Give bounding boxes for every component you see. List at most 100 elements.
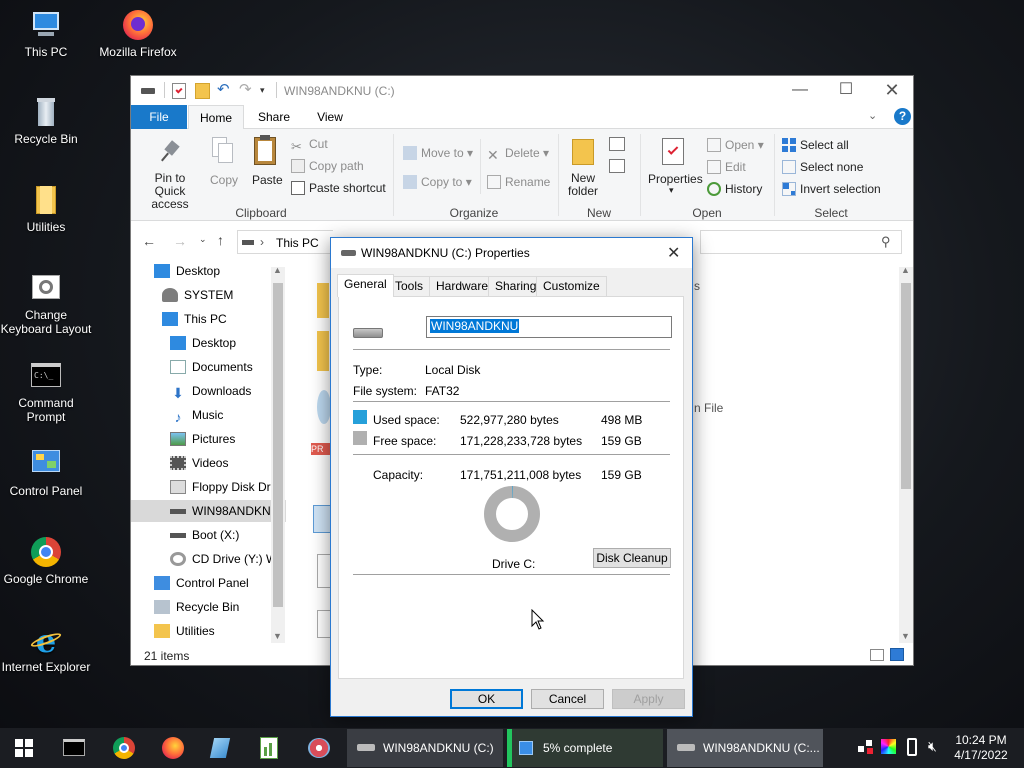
scroll-down-icon[interactable]: ▼ <box>273 631 282 641</box>
nav-item-documents[interactable]: Documents <box>170 356 253 378</box>
tab-file[interactable]: File <box>131 105 187 129</box>
properties-qat-icon[interactable] <box>172 83 186 99</box>
nav-item-this-pc[interactable]: This PC <box>162 308 227 330</box>
tab-view[interactable]: View <box>305 105 355 129</box>
dialog-close-button[interactable]: ✕ <box>667 243 680 263</box>
folder-icon[interactable] <box>317 331 329 371</box>
cut-button[interactable]: ✂ Cut <box>291 137 328 154</box>
desktop-icon-google-chrome[interactable]: Google Chrome <box>0 536 92 586</box>
redo-icon[interactable]: ↷ <box>239 82 253 99</box>
desktop-icon-control-panel[interactable]: Control Panel <box>0 448 92 498</box>
new-folder-qat-icon[interactable] <box>195 83 210 99</box>
cancel-button[interactable]: Cancel <box>531 689 604 709</box>
taskbar-command-prompt[interactable] <box>52 728 96 768</box>
minimize-button[interactable]: — <box>777 76 823 105</box>
display-settings-icon[interactable] <box>881 739 896 754</box>
clock[interactable]: 10:24 PM 4/17/2022 <box>946 733 1016 763</box>
nav-item-desktop-root[interactable]: Desktop <box>154 264 220 282</box>
tab-share[interactable]: Share <box>249 105 299 129</box>
tab-general[interactable]: General <box>337 274 394 297</box>
file-icon[interactable] <box>317 610 331 638</box>
taskbar-app-disk[interactable] <box>297 728 341 768</box>
network-icon[interactable] <box>858 740 874 754</box>
nav-item-system[interactable]: SYSTEM <box>162 284 233 306</box>
paste-shortcut-button[interactable]: Paste shortcut <box>291 181 386 195</box>
drive-name-input[interactable]: WIN98ANDKNU <box>426 316 672 338</box>
app-icon[interactable]: PR <box>311 443 331 455</box>
properties-button[interactable]: Properties <box>648 172 703 186</box>
forward-button[interactable]: → <box>173 233 187 249</box>
scroll-up-icon[interactable]: ▲ <box>901 265 910 275</box>
nav-item-videos[interactable]: Videos <box>170 452 228 474</box>
search-box[interactable]: ⚲ <box>700 230 902 254</box>
nav-item-floppy[interactable]: Floppy Disk Dri <box>170 476 273 498</box>
taskbar-task-progress[interactable]: 5% complete <box>507 729 663 767</box>
tab-tools[interactable]: Tools <box>388 276 431 296</box>
disk-cleanup-button[interactable]: Disk Cleanup <box>593 548 671 568</box>
desktop-icon-change-keyboard-layout[interactable]: Change Keyboard Layout <box>0 272 92 336</box>
select-none-button[interactable]: Select none <box>782 160 863 174</box>
desktop-icon-firefox[interactable]: Mozilla Firefox <box>92 9 184 59</box>
apply-button[interactable]: Apply <box>612 689 685 709</box>
file-icon[interactable] <box>317 554 331 588</box>
nav-item-desktop[interactable]: Desktop <box>170 332 236 354</box>
nav-scrollbar-thumb[interactable] <box>273 283 283 607</box>
help-icon[interactable]: ? <box>894 108 911 125</box>
taskbar-firefox[interactable] <box>151 728 195 768</box>
volume-muted-icon[interactable]: 🔇︎ <box>928 738 937 755</box>
nav-item-utilities[interactable]: Utilities <box>154 620 215 642</box>
copy-path-button[interactable]: Copy path <box>291 159 364 173</box>
tab-home[interactable]: Home <box>188 105 244 130</box>
qat-dropdown-icon[interactable]: ▾ <box>260 83 270 99</box>
large-icons-view-icon[interactable] <box>890 648 904 661</box>
nav-item-cd-drive[interactable]: CD Drive (Y:) W <box>170 548 277 570</box>
desktop-icon-utilities[interactable]: Utilities <box>0 184 92 234</box>
desktop-icon-recycle-bin[interactable]: Recycle Bin <box>0 96 92 146</box>
usb-device-icon[interactable] <box>907 738 917 756</box>
delete-button[interactable]: ✕ Delete ▾ <box>487 146 549 163</box>
maximize-button[interactable]: ☐ <box>823 76 869 105</box>
up-button[interactable]: ↑ <box>217 232 224 248</box>
desktop-icon-this-pc[interactable]: This PC <box>0 9 92 59</box>
nav-item-boot[interactable]: Boot (X:) <box>170 524 239 546</box>
desktop-icon-command-prompt[interactable]: C:\_ Command Prompt <box>0 360 92 424</box>
nav-item-music[interactable]: ♪ Music <box>170 404 224 426</box>
details-view-icon[interactable] <box>870 649 884 661</box>
paste-button[interactable]: Paste <box>252 173 283 187</box>
new-item-icon[interactable] <box>609 137 625 151</box>
ok-button[interactable]: OK <box>450 689 523 709</box>
undo-icon[interactable]: ↶ <box>217 82 231 99</box>
recent-locations-icon[interactable]: ⌄ <box>199 234 207 245</box>
folder-icon[interactable] <box>317 283 329 318</box>
tab-customize[interactable]: Customize <box>536 276 607 296</box>
move-to-button[interactable]: Move to ▾ <box>403 146 473 160</box>
taskbar-app-chart[interactable] <box>247 728 291 768</box>
start-button[interactable] <box>0 728 48 768</box>
content-scrollbar-thumb[interactable] <box>901 283 911 489</box>
taskbar-task-explorer[interactable]: WIN98ANDKNU (C:) <box>347 729 503 767</box>
taskbar-app-notebook[interactable] <box>199 728 243 768</box>
expand-ribbon-icon[interactable]: ⌄ <box>868 109 877 122</box>
scroll-down-icon[interactable]: ▼ <box>901 631 910 641</box>
nav-item-downloads[interactable]: ⬇ Downloads <box>170 380 251 402</box>
content-scrollbar[interactable]: ▲ ▼ <box>899 265 913 643</box>
desktop-icon-internet-explorer[interactable]: e Internet Explorer <box>0 624 92 674</box>
edit-button[interactable]: Edit <box>707 160 746 174</box>
nav-item-control-panel[interactable]: Control Panel <box>154 572 249 594</box>
open-button[interactable]: Open ▾ <box>707 138 764 152</box>
properties-dropdown-icon[interactable]: ▾ <box>669 185 674 196</box>
copy-button[interactable]: Copy <box>210 173 238 187</box>
new-folder-button[interactable]: New folder <box>568 172 598 198</box>
tab-hardware[interactable]: Hardware <box>429 276 496 296</box>
rename-button[interactable]: Rename <box>487 175 550 189</box>
nav-item-recycle-bin[interactable]: Recycle Bin <box>154 596 239 618</box>
close-button[interactable]: ✕ <box>869 76 915 105</box>
invert-selection-button[interactable]: Invert selection <box>782 182 881 196</box>
app-icon[interactable] <box>317 390 331 424</box>
address-bar[interactable]: › This PC <box>237 230 333 254</box>
nav-item-win98andknu-selected[interactable]: WIN98ANDKNU <box>131 500 286 522</box>
file-icon[interactable] <box>313 505 331 533</box>
nav-scrollbar[interactable]: ▲ ▼ <box>271 265 285 643</box>
pin-to-quick-access-button[interactable]: Pin to Quick access <box>139 172 201 211</box>
back-button[interactable]: ← <box>142 233 156 249</box>
